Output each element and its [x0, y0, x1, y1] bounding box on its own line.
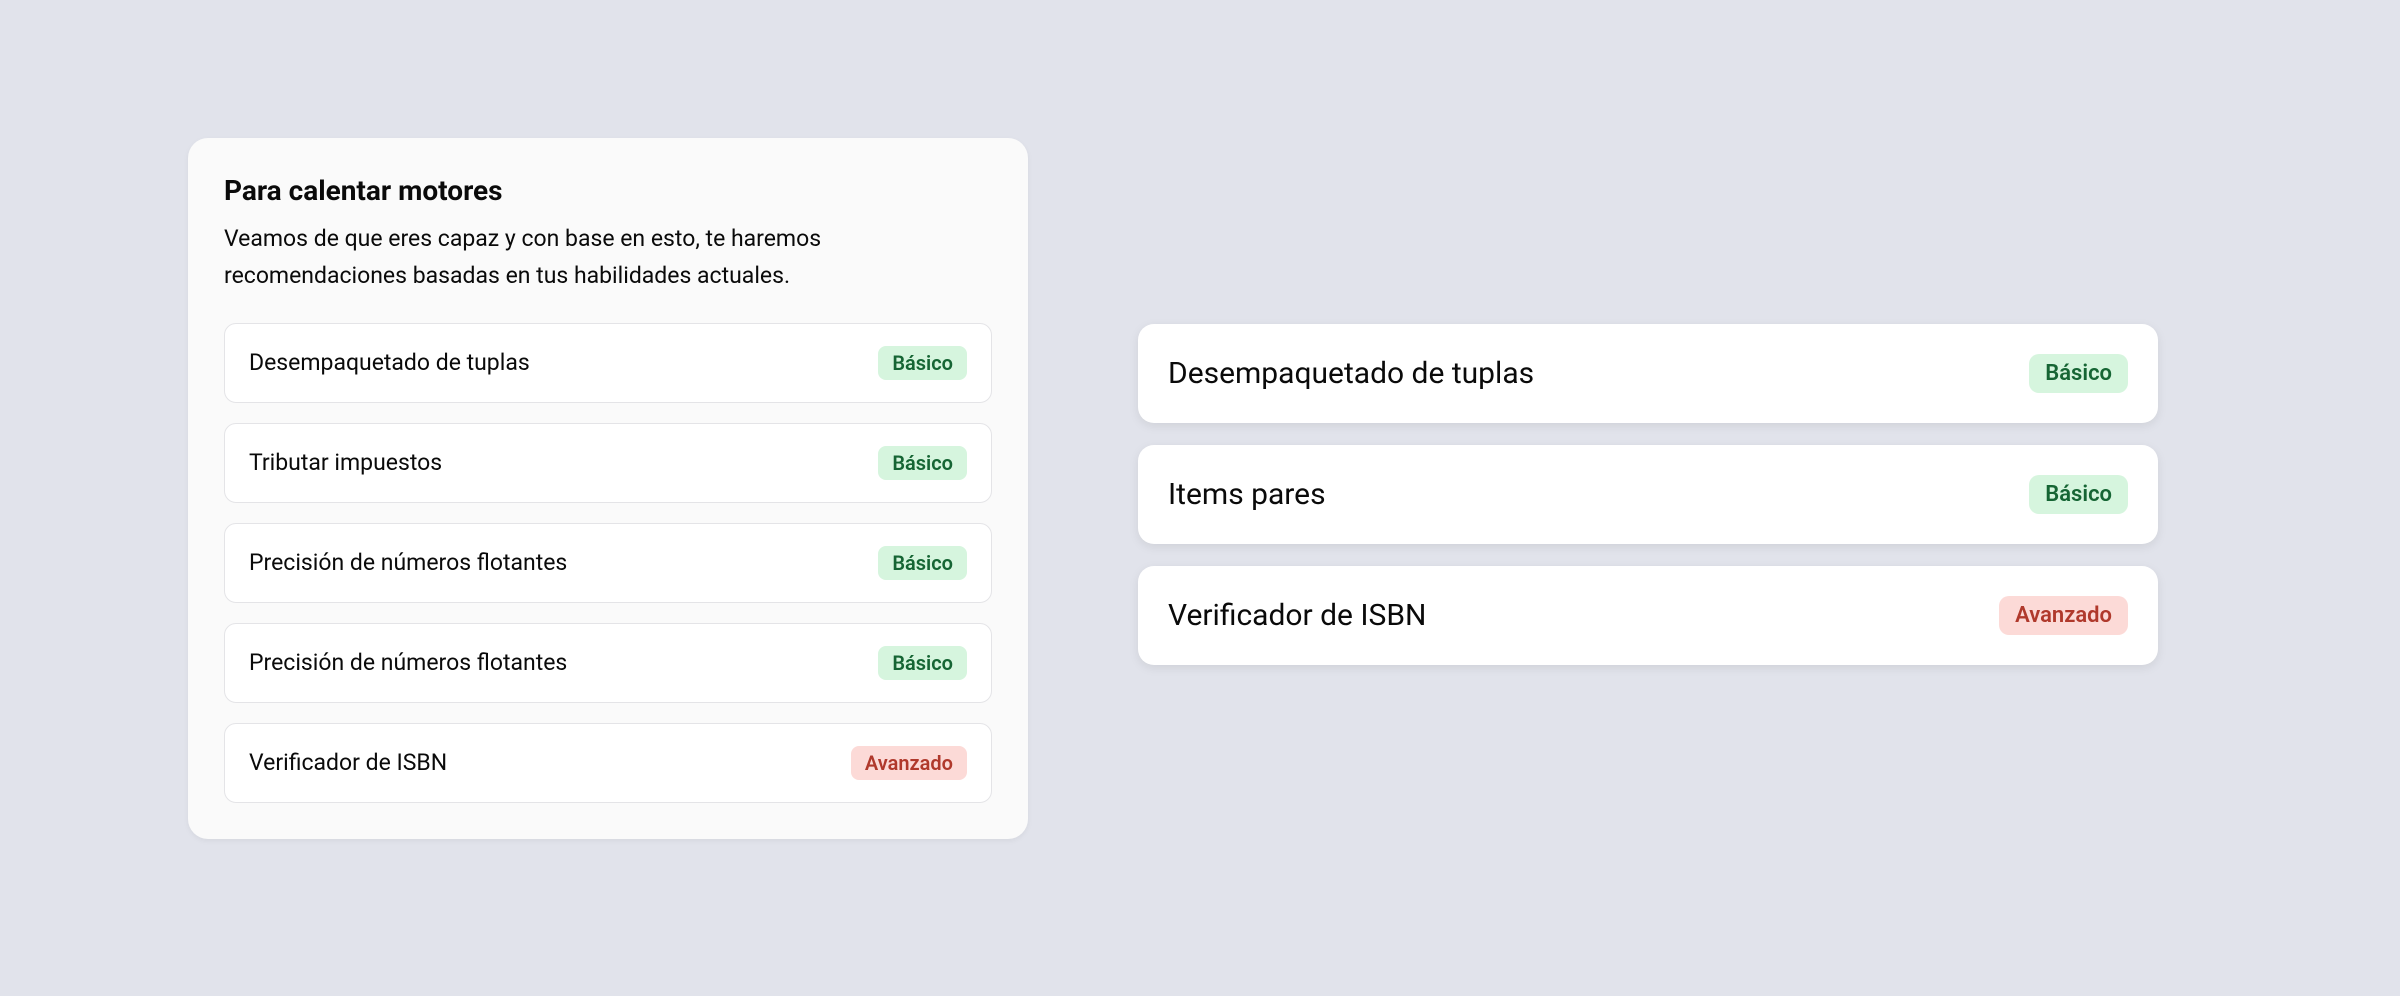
exercise-card-large[interactable]: Desempaquetado de tuplas Básico	[1138, 324, 2158, 423]
exercise-card-large[interactable]: Verificador de ISBN Avanzado	[1138, 566, 2158, 665]
exercise-title: Precisión de números flotantes	[249, 649, 567, 676]
exercise-card[interactable]: Desempaquetado de tuplas Básico	[224, 323, 992, 403]
panel-title: Para calentar motores	[224, 174, 992, 207]
level-badge: Básico	[2029, 354, 2128, 393]
level-badge: Básico	[878, 346, 967, 380]
warmup-panel: Para calentar motores Veamos de que eres…	[188, 138, 1028, 839]
exercise-title: Desempaquetado de tuplas	[249, 349, 530, 376]
level-badge: Básico	[878, 546, 967, 580]
right-item-list: Desempaquetado de tuplas Básico Items pa…	[1138, 324, 2158, 665]
exercise-card-large[interactable]: Items pares Básico	[1138, 445, 2158, 544]
exercise-title: Verificador de ISBN	[1168, 598, 1426, 633]
exercise-title: Desempaquetado de tuplas	[1168, 356, 1534, 391]
level-badge: Básico	[878, 446, 967, 480]
exercise-card[interactable]: Precisión de números flotantes Básico	[224, 523, 992, 603]
exercise-card[interactable]: Tributar impuestos Básico	[224, 423, 992, 503]
exercise-card[interactable]: Verificador de ISBN Avanzado	[224, 723, 992, 803]
level-badge: Avanzado	[1999, 596, 2128, 635]
level-badge: Básico	[2029, 475, 2128, 514]
exercise-title: Tributar impuestos	[249, 449, 442, 476]
level-badge: Avanzado	[851, 746, 967, 780]
exercise-card[interactable]: Precisión de números flotantes Básico	[224, 623, 992, 703]
level-badge: Básico	[878, 646, 967, 680]
exercise-title: Precisión de números flotantes	[249, 549, 567, 576]
panel-item-list: Desempaquetado de tuplas Básico Tributar…	[224, 323, 992, 803]
exercise-title: Items pares	[1168, 477, 1326, 512]
exercise-title: Verificador de ISBN	[249, 749, 447, 776]
panel-description: Veamos de que eres capaz y con base en e…	[224, 221, 864, 295]
